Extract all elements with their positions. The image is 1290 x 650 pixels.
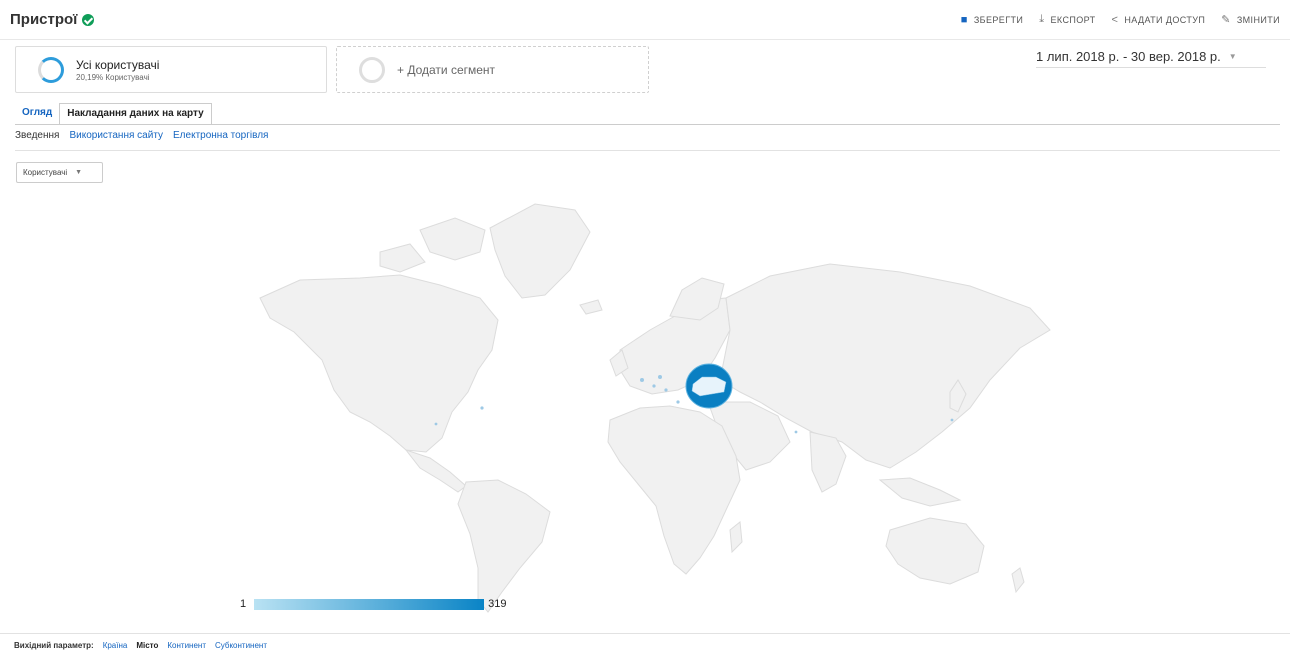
save-button[interactable]: ■ ЗБЕРЕГТИ [961, 14, 1023, 26]
map-greenland [489, 203, 591, 299]
save-label: ЗБЕРЕГТИ [973, 14, 1024, 25]
page-title-text: Пристрої [10, 11, 78, 28]
map-madagascar [729, 521, 743, 554]
map-iceland [579, 299, 603, 315]
metric-dropdown[interactable]: Користувачі ▼ [16, 162, 103, 183]
add-segment-button[interactable]: + Додати сегмент [336, 46, 649, 93]
city-dot [658, 375, 662, 379]
map-se-asia [878, 477, 962, 507]
city-dot [434, 422, 438, 426]
subtab-site-usage[interactable]: Використання сайту [69, 130, 163, 141]
chevron-down-icon: ▼ [75, 169, 83, 176]
share-button[interactable]: < НАДАТИ ДОСТУП [1112, 14, 1206, 26]
export-label: ЕКСПОРТ [1050, 14, 1096, 25]
date-range-text: 1 лип. 2018 р. - 30 вер. 2018 р. [1036, 49, 1221, 64]
metric-dropdown-value: Користувачі [23, 168, 68, 177]
segment-all-users[interactable]: Усі користувачі 20,19% Користувачі [15, 46, 327, 93]
map-new-zealand [1011, 567, 1025, 594]
page-title: Пристрої [10, 11, 95, 28]
map-africa [607, 405, 741, 575]
subtabs-divider [15, 150, 1280, 151]
map-central-america [404, 449, 467, 493]
segment-subtitle: 20,19% Користувачі [76, 72, 150, 82]
report-tabs: Огляд Накладання даних на карту [15, 103, 212, 125]
pencil-icon: ✎ [1221, 14, 1231, 26]
download-icon: ⤓ [1039, 13, 1045, 25]
share-label: НАДАТИ ДОСТУП [1124, 14, 1206, 25]
tab-overview[interactable]: Огляд [15, 103, 59, 125]
footer-divider [0, 633, 1290, 634]
chevron-down-icon: ▼ [1228, 52, 1237, 61]
dimension-continent[interactable]: Континент [167, 641, 206, 650]
report-header: Пристрої ■ ЗБЕРЕГТИ ⤓ ЕКСПОРТ < НАДАТИ Д… [0, 0, 1290, 40]
add-segment-label: + Додати сегмент [397, 62, 496, 77]
segment-text: Усі користувачі 20,19% Користувачі [76, 58, 159, 82]
primary-dimension-label: Вихідний параметр: [14, 641, 94, 650]
city-dot [794, 430, 798, 434]
segment-ring-icon [38, 56, 64, 83]
map-arctic-islands-2 [379, 243, 426, 273]
primary-dimension-bar: Вихідний параметр: Країна Місто Континен… [14, 641, 267, 650]
city-dot [950, 418, 954, 422]
subtab-ecommerce[interactable]: Електронна торгівля [173, 130, 268, 141]
dimension-country[interactable]: Країна [103, 641, 128, 650]
world-map[interactable] [230, 180, 1080, 620]
share-icon: < [1111, 13, 1119, 26]
city-dot [676, 400, 680, 404]
analytics-page: Пристрої ■ ЗБЕРЕГТИ ⤓ ЕКСПОРТ < НАДАТИ Д… [0, 0, 1290, 650]
dimension-city[interactable]: Місто [136, 641, 158, 650]
edit-label: ЗМІНИТИ [1236, 14, 1280, 25]
subtab-summary[interactable]: Зведення [15, 130, 59, 141]
tab-map-overlay[interactable]: Накладання даних на карту [59, 103, 212, 125]
city-dot [480, 406, 484, 410]
legend-gradient-bar [254, 598, 485, 610]
floppy-disk-icon: ■ [960, 13, 968, 26]
date-range-picker[interactable]: 1 лип. 2018 р. - 30 вер. 2018 р. ▼ [1036, 46, 1266, 68]
legend-min: 1 [240, 598, 247, 610]
map-arctic-islands [419, 217, 486, 261]
export-button[interactable]: ⤓ ЕКСПОРТ [1039, 13, 1095, 26]
report-actions: ■ ЗБЕРЕГТИ ⤓ ЕКСПОРТ < НАДАТИ ДОСТУП ✎ З… [961, 13, 1280, 26]
edit-button[interactable]: ✎ ЗМІНИТИ [1221, 13, 1280, 26]
map-north-america [259, 274, 499, 453]
verified-check-icon [82, 13, 95, 26]
map-south-america [457, 479, 551, 613]
map-australia [885, 517, 985, 585]
map-legend: 1 319 [240, 598, 506, 610]
city-dot [664, 388, 668, 392]
dimension-subcontinent[interactable]: Субконтинент [215, 641, 267, 650]
empty-segment-ring-icon [359, 56, 385, 83]
explorer-subtabs: Зведення Використання сайту Електронна т… [15, 130, 268, 141]
city-dot [640, 378, 644, 382]
legend-max: 319 [488, 598, 507, 610]
city-dot [652, 384, 656, 388]
segment-name: Усі користувачі [76, 57, 160, 72]
tabs-divider [15, 124, 1280, 125]
